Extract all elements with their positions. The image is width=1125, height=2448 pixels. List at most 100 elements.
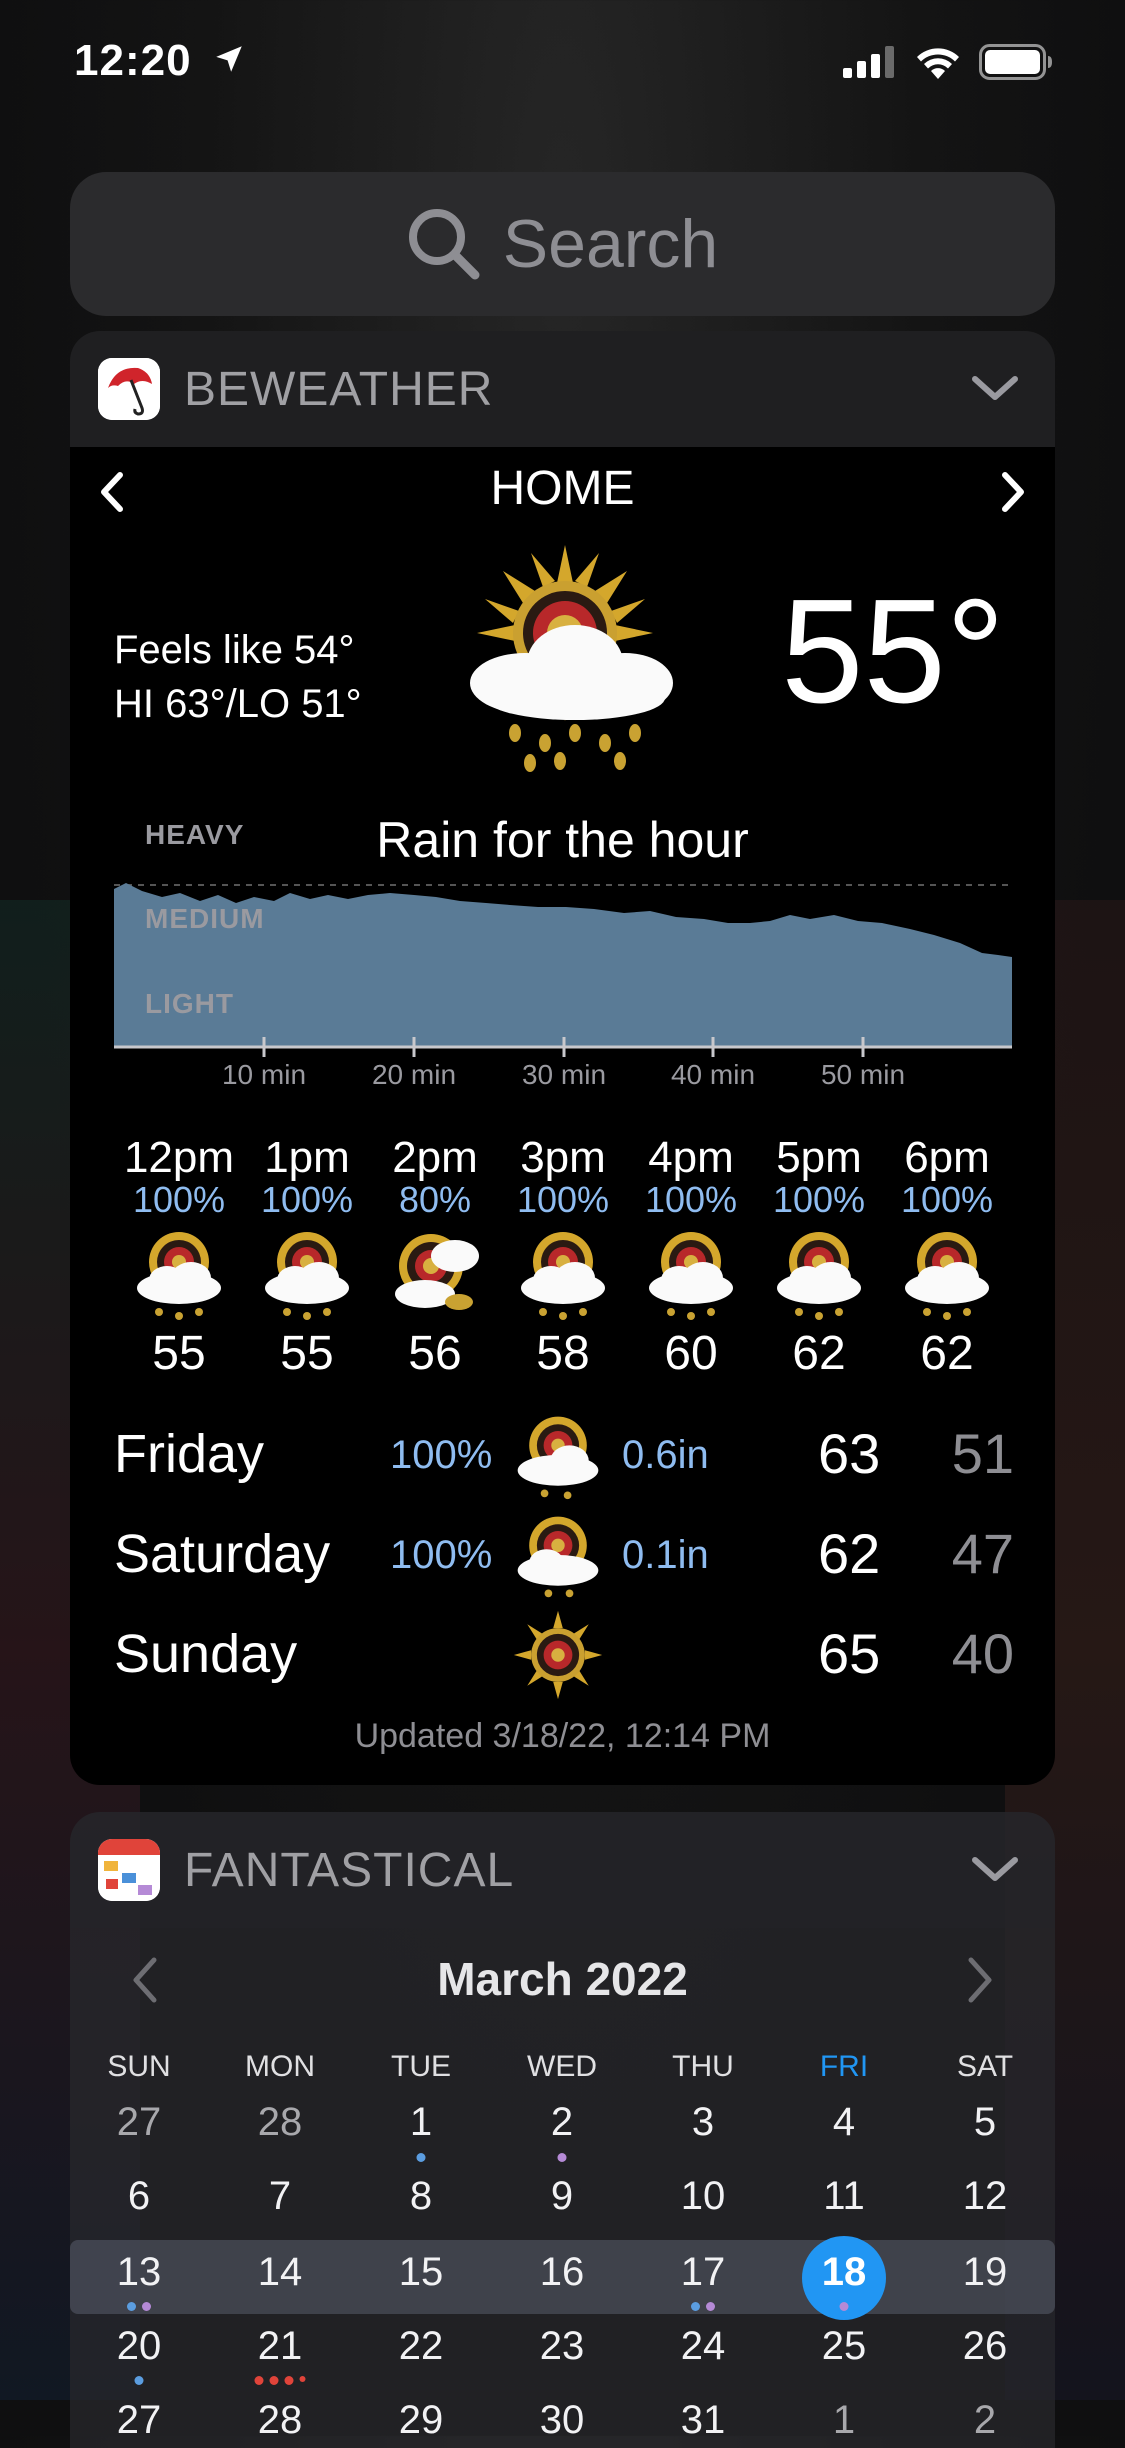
rain-weather-icon xyxy=(517,1516,599,1598)
calendar-day[interactable]: 2 xyxy=(502,2100,622,2145)
hour-precip: 100% xyxy=(772,1179,866,1220)
hour-time: 3pm xyxy=(520,1133,606,1182)
beweather-app-icon xyxy=(98,358,160,420)
day-name: Friday xyxy=(114,1424,265,1484)
hour-temp: 60 xyxy=(664,1327,718,1380)
hour-time: 5pm xyxy=(776,1133,862,1182)
calendar-day[interactable]: 4 xyxy=(784,2100,904,2145)
rain-tick-label: 30 min xyxy=(521,1059,607,1090)
hour-time: 4pm xyxy=(648,1133,734,1182)
rain-tick-label: 10 min xyxy=(221,1059,307,1090)
calendar-day[interactable]: 3 xyxy=(643,2100,763,2145)
calendar-day[interactable]: 28 xyxy=(220,2398,340,2443)
rain-level-light: LIGHT xyxy=(145,988,234,1019)
calendar-day[interactable]: 9 xyxy=(502,2174,622,2219)
calendar-day[interactable]: 24 xyxy=(643,2324,763,2369)
chevron-down-icon[interactable] xyxy=(971,1854,1019,1884)
hour-temp: 62 xyxy=(792,1327,846,1380)
day-precip: 100% xyxy=(390,1433,493,1477)
calendar-day[interactable]: 23 xyxy=(502,2324,622,2369)
calendar-day[interactable]: 2 xyxy=(925,2398,1045,2443)
search-bar[interactable]: Search xyxy=(70,172,1055,316)
fantastical-widget-header[interactable]: FANTASTICAL xyxy=(70,1812,1055,1928)
day-precip-amount: 0.1in xyxy=(622,1533,709,1577)
day-precip: 100% xyxy=(390,1533,493,1577)
daily-row: Friday 100% 0.6in 63 51 xyxy=(114,1407,1014,1500)
hour-column: 12pm 100% 55 xyxy=(115,1133,243,1381)
hourly-forecast: 12pm 100% 55 1pm 100% 55 2pm 80% 56 3pm … xyxy=(70,1133,1055,1380)
weekday-label: TUE xyxy=(391,2050,451,2083)
calendar-day[interactable]: 8 xyxy=(361,2174,481,2219)
hour-time: 2pm xyxy=(392,1133,478,1182)
calendar-day-today[interactable]: 18 xyxy=(784,2250,904,2295)
calendar-day[interactable]: 27 xyxy=(79,2100,199,2145)
rain-weather-icon xyxy=(243,1217,371,1327)
event-dots xyxy=(416,2153,426,2162)
calendar-day[interactable]: 13 xyxy=(79,2250,199,2295)
day-high: 65 xyxy=(818,1622,881,1685)
battery-icon xyxy=(979,44,1052,80)
calendar-day[interactable]: 7 xyxy=(220,2174,340,2219)
updated-timestamp: Updated 3/18/22, 12:14 PM xyxy=(354,1717,771,1755)
rain-weather-icon xyxy=(470,545,673,772)
event-dots xyxy=(254,2376,306,2385)
calendar-day[interactable]: 11 xyxy=(784,2174,904,2219)
hour-precip: 100% xyxy=(644,1179,738,1220)
hour-precip: 100% xyxy=(516,1179,610,1220)
calendar-day[interactable]: 6 xyxy=(79,2174,199,2219)
status-icons xyxy=(843,44,1053,80)
weekday-label: WED xyxy=(527,2050,597,2083)
hour-temp: 62 xyxy=(920,1327,974,1380)
hour-column: 1pm 100% 55 xyxy=(243,1133,371,1381)
current-temperature: 55° xyxy=(781,569,1005,734)
calendar-day[interactable]: 20 xyxy=(79,2324,199,2369)
calendar-day[interactable]: 28 xyxy=(220,2100,340,2145)
calendar-day[interactable]: 10 xyxy=(643,2174,763,2219)
hi-lo-text: HI 63°/LO 51° xyxy=(114,682,362,726)
calendar-day[interactable]: 12 xyxy=(925,2174,1045,2219)
day-precip-amount: 0.6in xyxy=(622,1433,709,1477)
daily-row: Saturday 100% 0.1in 62 47 xyxy=(114,1507,1014,1598)
rain-weather-icon xyxy=(115,1217,243,1327)
calendar-day[interactable]: 22 xyxy=(361,2324,481,2369)
event-dots xyxy=(127,2302,151,2311)
feels-like-block: Feels like 54° HI 63°/LO 51° xyxy=(114,623,362,731)
calendar-day[interactable]: 29 xyxy=(361,2398,481,2443)
calendar-day[interactable]: 15 xyxy=(361,2250,481,2295)
calendar-day[interactable]: 17 xyxy=(643,2250,763,2295)
location-name: HOME xyxy=(490,462,635,515)
hour-column: 4pm 100% 60 xyxy=(627,1133,755,1381)
calendar-day[interactable]: 27 xyxy=(79,2398,199,2443)
widget-title: BEWEATHER xyxy=(184,362,494,416)
calendar-day[interactable]: 30 xyxy=(502,2398,622,2443)
beweather-widget-header[interactable]: BEWEATHER xyxy=(70,331,1055,447)
rain-weather-icon xyxy=(499,1217,627,1327)
calendar-day[interactable]: 21 xyxy=(220,2324,340,2369)
calendar-day[interactable]: 19 xyxy=(925,2250,1045,2295)
event-dots xyxy=(557,2153,567,2162)
event-dots xyxy=(134,2376,144,2385)
location-arrow-icon xyxy=(216,46,242,72)
hour-temp: 55 xyxy=(152,1327,206,1380)
calendar-day[interactable]: 25 xyxy=(784,2324,904,2369)
calendar-day[interactable]: 31 xyxy=(643,2398,763,2443)
beweather-widget[interactable]: HOME Feels like 54° HI 63°/LO 51° 55° Ra… xyxy=(70,447,1055,1785)
hour-column: 5pm 100% 62 xyxy=(755,1133,883,1381)
chevron-right-icon[interactable] xyxy=(965,1956,995,2004)
chevron-right-icon[interactable] xyxy=(993,467,1033,517)
day-high: 62 xyxy=(818,1522,881,1585)
rain-weather-icon xyxy=(627,1217,755,1327)
weekday-label-today: FRI xyxy=(819,2050,869,2083)
rain-tick-label: 20 min xyxy=(371,1059,457,1090)
rain-level-heavy: HEAVY xyxy=(145,819,245,850)
calendar-day[interactable]: 26 xyxy=(925,2324,1045,2369)
calendar-day[interactable]: 16 xyxy=(502,2250,622,2295)
calendar-day[interactable]: 1 xyxy=(784,2398,904,2443)
calendar-day[interactable]: 1 xyxy=(361,2100,481,2145)
rain-tick-label: 50 min xyxy=(820,1059,906,1090)
calendar-day[interactable]: 14 xyxy=(220,2250,340,2295)
calendar-day[interactable]: 5 xyxy=(925,2100,1045,2145)
chevron-down-icon[interactable] xyxy=(971,373,1019,403)
hour-column: 3pm 100% 58 xyxy=(499,1133,627,1381)
fantastical-calendar[interactable]: March 2022 SUN MON TUE WED THU FRI SAT 2… xyxy=(70,1928,1055,2448)
